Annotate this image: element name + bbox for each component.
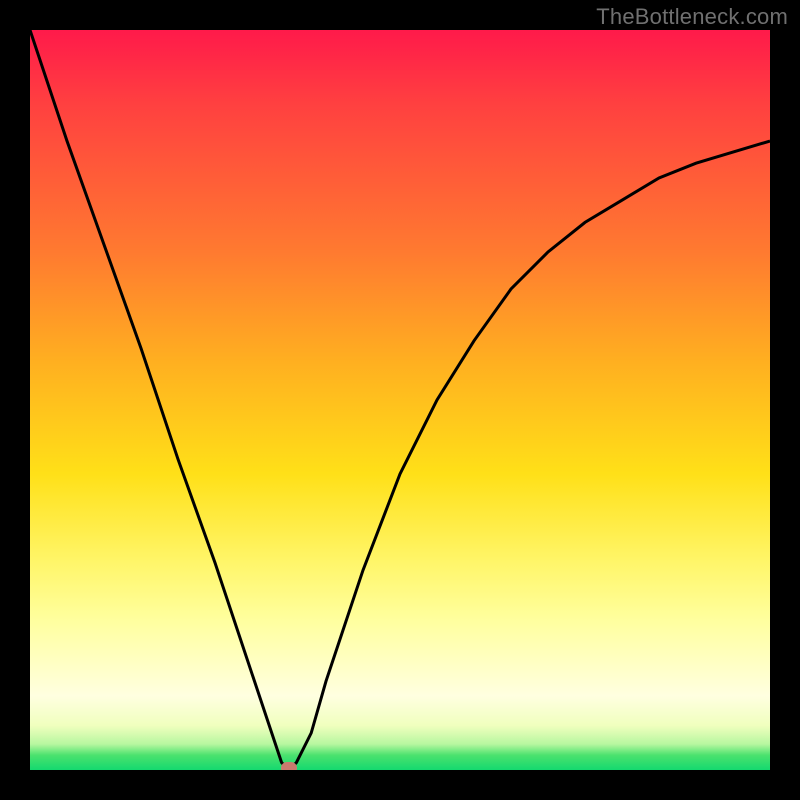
bottleneck-curve [30,30,770,770]
watermark-label: TheBottleneck.com [596,4,788,30]
chart-frame: TheBottleneck.com [0,0,800,800]
plot-area [30,30,770,770]
optimal-point-marker [281,762,297,770]
